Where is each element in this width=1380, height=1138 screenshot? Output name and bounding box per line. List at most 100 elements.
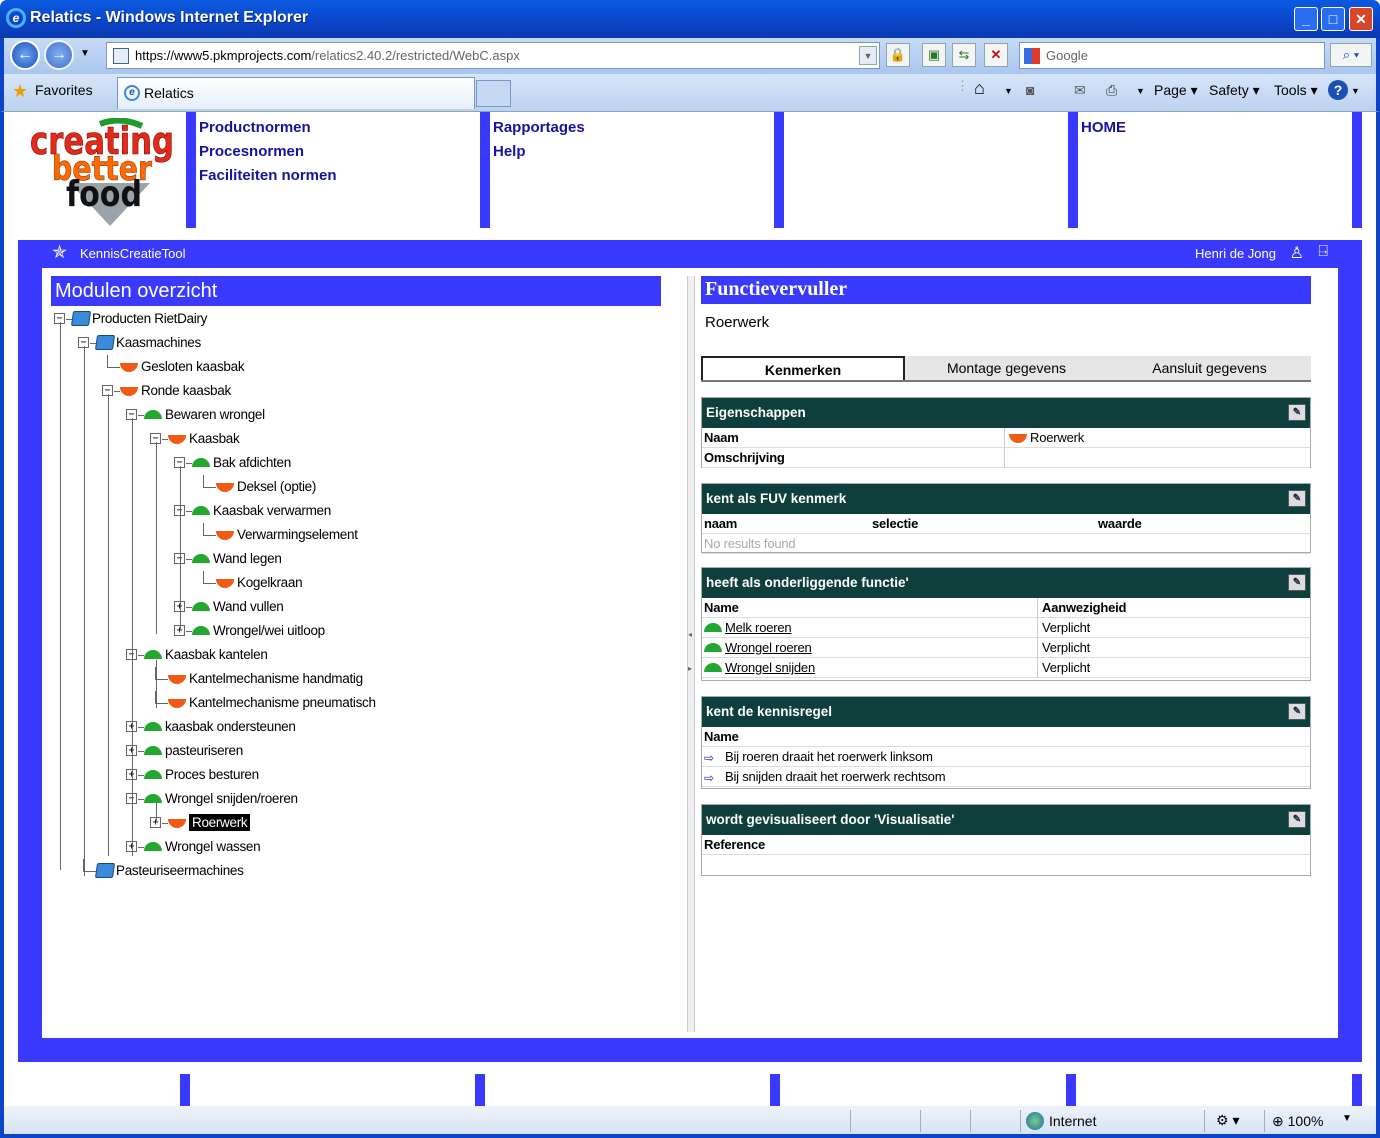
modulen-overzicht-header: Modulen overzicht xyxy=(51,276,661,306)
pane-splitter[interactable]: ◂ ▸ xyxy=(687,276,695,1032)
tree-node[interactable]: Ronde kaasbak xyxy=(120,381,231,401)
tab-montage-gegevens[interactable]: Montage gegevens xyxy=(905,356,1108,380)
creating-better-food-logo[interactable]: creating better food xyxy=(30,117,180,228)
logout-icon[interactable]: ⍈ xyxy=(1318,243,1328,261)
ie-logo-icon: e xyxy=(6,8,26,28)
rule-link[interactable]: ⇨ Bij roeren draait het roerwerk linksom xyxy=(702,747,933,767)
function-link[interactable]: Melk roeren xyxy=(702,618,1038,638)
tree-node[interactable]: Proces besturen xyxy=(144,765,259,785)
naam-value: Roerwerk xyxy=(1007,428,1084,448)
help-icon[interactable]: ? xyxy=(1328,80,1348,100)
search-input[interactable]: Google xyxy=(1019,42,1325,69)
menu-faciliteiten-normen[interactable]: Faciliteiten normen xyxy=(199,167,337,184)
user-name[interactable]: Henri de Jong xyxy=(1195,246,1276,261)
tree-node[interactable]: Kogelkraan xyxy=(216,573,303,593)
window-border-left xyxy=(0,112,4,1106)
tools-menu[interactable]: Tools ▾ xyxy=(1274,82,1318,99)
function-icon xyxy=(192,458,210,467)
tree-node[interactable]: Bak afdichten xyxy=(192,453,291,473)
tree-node[interactable]: Wand vullen xyxy=(192,597,284,617)
new-tab-button[interactable] xyxy=(476,80,511,107)
component-icon xyxy=(216,483,234,492)
edit-icon[interactable]: ✎ xyxy=(1288,404,1306,421)
lock-icon[interactable]: 🔒 xyxy=(886,43,910,67)
edit-icon[interactable]: ✎ xyxy=(1288,703,1306,720)
protected-mode-icon[interactable]: ⚙ ▾ xyxy=(1216,1112,1239,1129)
tree-node[interactable]: Wrongel snijden/roeren xyxy=(144,789,298,809)
search-button[interactable]: ⌕ ▾ xyxy=(1330,43,1372,67)
tree-node[interactable]: Kaasbak xyxy=(168,429,240,449)
favorites-star-icon[interactable]: ★ xyxy=(12,81,28,102)
safety-menu[interactable]: Safety ▾ xyxy=(1209,82,1260,99)
tree-node[interactable]: pasteuriseren xyxy=(144,741,243,761)
tree-node[interactable]: Kaasmachines xyxy=(94,333,201,353)
no-results-text: No results found xyxy=(704,536,796,551)
function-icon xyxy=(192,626,210,635)
tree-node[interactable]: Deksel (optie) xyxy=(216,477,316,497)
forward-button[interactable]: → xyxy=(44,40,74,70)
col-name: Name xyxy=(702,598,1038,618)
edit-icon[interactable]: ✎ xyxy=(1288,490,1306,507)
page-menu[interactable]: Page ▾ xyxy=(1154,82,1198,99)
function-link[interactable]: Wrongel roeren xyxy=(702,638,1038,658)
help-dropdown-icon[interactable]: ▼ xyxy=(1351,86,1360,96)
refresh-icon[interactable]: ⇆ xyxy=(952,43,976,67)
tree-node[interactable]: Kaasbak verwarmen xyxy=(192,501,331,521)
component-icon xyxy=(168,699,186,708)
menu-rapportages[interactable]: Rapportages xyxy=(493,119,585,136)
menu-help[interactable]: Help xyxy=(493,143,526,160)
home-icon[interactable]: ⌂ xyxy=(974,78,985,99)
menu-home[interactable]: HOME xyxy=(1081,119,1126,136)
table-header-row: naam selectie waarde xyxy=(702,514,1310,534)
menu-productnormen[interactable]: Productnormen xyxy=(199,119,311,136)
maximize-button[interactable]: □ xyxy=(1321,7,1345,31)
tree-node[interactable]: Kantelmechanisme handmatig xyxy=(168,669,363,689)
tab-aansluit-gegevens[interactable]: Aansluit gegevens xyxy=(1108,356,1311,380)
print-dropdown-icon[interactable]: ▼ xyxy=(1136,86,1145,96)
history-dropdown-icon[interactable]: ▼ xyxy=(80,48,90,59)
home-dropdown-icon[interactable]: ▼ xyxy=(1004,86,1013,96)
tree-node[interactable]: Wrongel wassen xyxy=(144,837,261,857)
tree-node[interactable]: Producten RietDairy xyxy=(70,309,208,329)
zoom-dropdown-icon[interactable]: ▼ xyxy=(1342,1113,1352,1124)
minimize-button[interactable]: _ xyxy=(1294,7,1318,31)
print-icon[interactable]: ⎙ xyxy=(1106,82,1117,99)
back-button[interactable]: ← xyxy=(10,40,40,70)
tree-node[interactable]: Pasteuriseermachines xyxy=(94,861,244,881)
tree-node[interactable]: Roerwerk xyxy=(168,813,251,833)
tree-node[interactable]: Kaasbak kantelen xyxy=(144,645,268,665)
tree-node-label: Ronde kaasbak xyxy=(141,383,231,398)
function-icon xyxy=(144,650,162,659)
function-link[interactable]: Wrongel snijden xyxy=(702,658,1038,678)
mail-icon[interactable]: ✉ xyxy=(1074,82,1086,99)
tree-node[interactable]: kaasbak ondersteunen xyxy=(144,717,296,737)
tree-node[interactable]: Kantelmechanisme pneumatisch xyxy=(168,693,376,713)
user-icon[interactable]: ♙ xyxy=(1290,243,1304,263)
edit-icon[interactable]: ✎ xyxy=(1288,574,1306,591)
tree-node[interactable]: Bewaren wrongel xyxy=(144,405,265,425)
tab-relatics[interactable]: e Relatics xyxy=(117,77,475,109)
feeds-icon[interactable]: ◙ xyxy=(1026,82,1034,98)
tree-node[interactable]: Verwarmingselement xyxy=(216,525,358,545)
rule-link[interactable]: ⇨ Bij snijden draait het roerwerk rechtso… xyxy=(702,767,946,787)
tab-kenmerken[interactable]: Kenmerken xyxy=(701,356,905,380)
edit-icon[interactable]: ✎ xyxy=(1288,811,1306,828)
tree-node[interactable]: Wand legen xyxy=(192,549,282,569)
stop-icon[interactable]: ✕ xyxy=(984,43,1008,67)
tree-node[interactable]: Wrongel/wei uitloop xyxy=(192,621,325,641)
url-path: /relatics2.40.2/restricted/WebC.aspx xyxy=(311,48,520,63)
favorites-button[interactable]: Favorites xyxy=(35,82,93,98)
close-window-button[interactable]: ✕ xyxy=(1349,7,1373,31)
zoom-level[interactable]: ⊕ 100% xyxy=(1272,1113,1323,1130)
tree-node-label: Producten RietDairy xyxy=(92,311,208,326)
component-icon xyxy=(168,435,186,444)
tree-node[interactable]: Gesloten kaasbak xyxy=(120,357,245,377)
function-icon xyxy=(192,506,210,515)
compat-view-icon[interactable]: ▣ xyxy=(922,43,946,67)
address-dropdown-icon[interactable]: ▼ xyxy=(859,46,877,65)
function-icon xyxy=(704,643,722,652)
component-icon xyxy=(1009,434,1027,443)
address-bar[interactable]: https://www5.pkmprojects.com/relatics2.4… xyxy=(106,42,880,69)
naam-label: Naam xyxy=(702,428,1005,448)
menu-procesnormen[interactable]: Procesnormen xyxy=(199,143,304,160)
